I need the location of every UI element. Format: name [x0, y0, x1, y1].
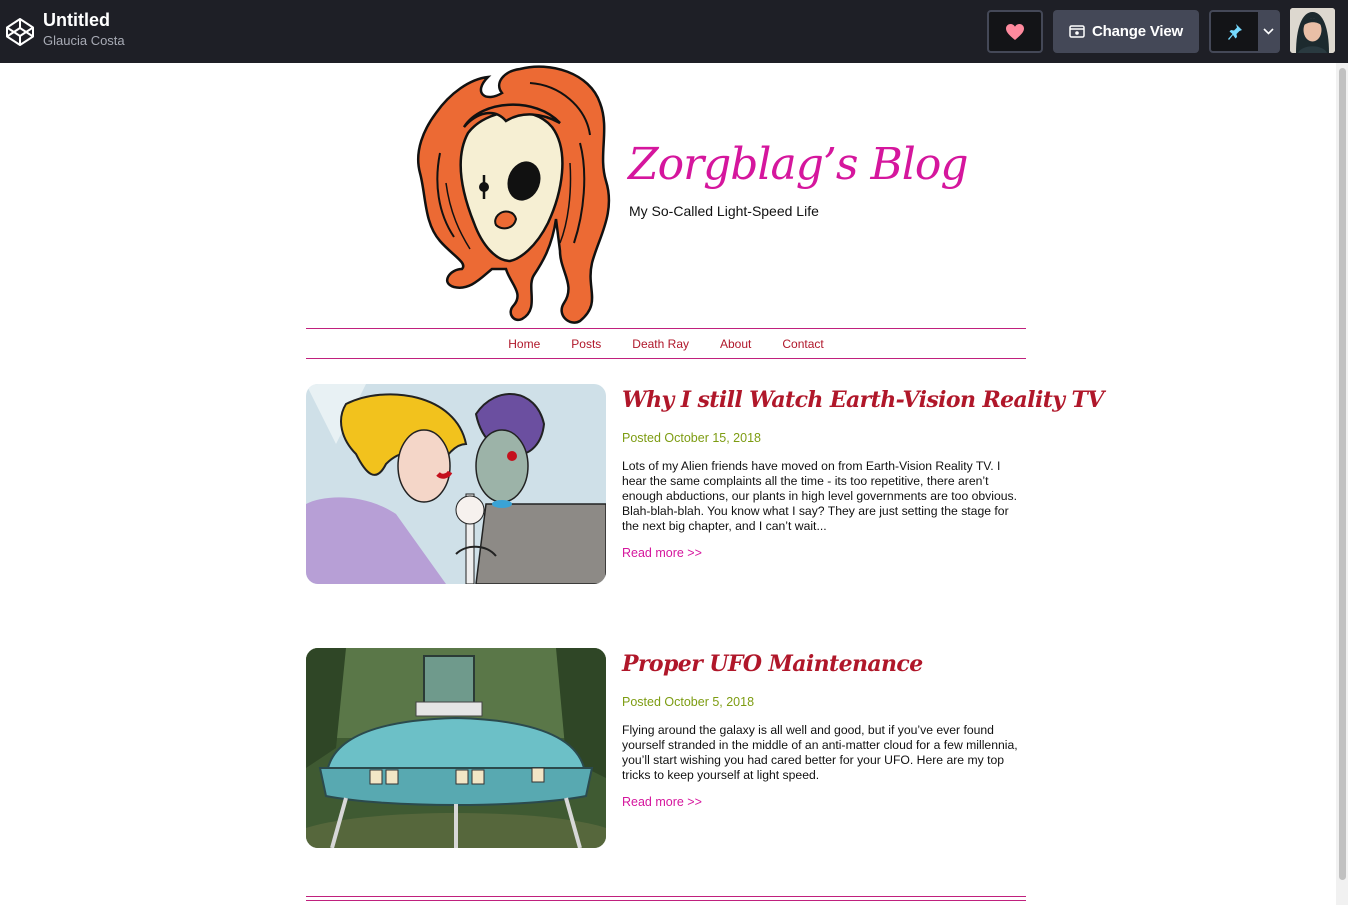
main-nav: Home Posts Death Ray About Contact [306, 328, 1026, 359]
pin-icon [1227, 23, 1242, 40]
post-thumbnail[interactable] [306, 384, 606, 584]
post-date: Posted October 15, 2018 [622, 431, 761, 445]
site-tagline: My So-Called Light-Speed Life [629, 203, 819, 219]
post-title[interactable]: Why I still Watch Earth-Vision Reality T… [622, 387, 1104, 413]
post-date: Posted October 5, 2018 [622, 695, 755, 709]
nav-link-home[interactable]: Home [508, 337, 540, 351]
comic-couple-image [306, 384, 606, 584]
read-more-link[interactable]: Read more >> [622, 795, 702, 809]
ufo-house-image [306, 648, 606, 848]
pin-button[interactable] [1211, 12, 1258, 51]
post-body: Proper UFO Maintenance Posted October 5,… [622, 648, 1028, 811]
post-card: Why I still Watch Earth-Vision Reality T… [306, 384, 1104, 584]
codepen-logo-icon[interactable] [4, 16, 36, 48]
read-more-link[interactable]: Read more >> [622, 546, 702, 560]
nav-link-contact[interactable]: Contact [782, 337, 823, 351]
post-thumbnail[interactable] [306, 648, 606, 848]
scrollbar-thumb[interactable] [1339, 68, 1346, 880]
nav-link-death-ray[interactable]: Death Ray [632, 337, 689, 351]
post-body: Why I still Watch Earth-Vision Reality T… [622, 384, 1104, 562]
pen-title[interactable]: Untitled [43, 10, 110, 31]
pin-dropdown-toggle[interactable] [1258, 12, 1278, 51]
editor-topbar: Untitled Glaucia Costa Change View [0, 0, 1348, 63]
nav-link-about[interactable]: About [720, 337, 751, 351]
pen-author[interactable]: Glaucia Costa [43, 33, 125, 48]
view-icon [1069, 25, 1085, 38]
nav-link-posts[interactable]: Posts [571, 337, 601, 351]
post-title[interactable]: Proper UFO Maintenance [622, 651, 1028, 677]
post-card: Proper UFO Maintenance Posted October 5,… [306, 648, 1026, 848]
preview-frame: Zorgblag’s Blog My So-Called Light-Speed… [0, 63, 1336, 905]
post-excerpt: Flying around the galaxy is all well and… [622, 723, 1018, 782]
site-title: Zorgblag’s Blog [628, 139, 969, 190]
change-view-button[interactable]: Change View [1053, 10, 1199, 53]
change-view-label: Change View [1092, 23, 1183, 40]
redhead-skull-logo [416, 65, 611, 324]
post-excerpt: Lots of my Alien friends have moved on f… [622, 459, 1017, 533]
love-button[interactable] [987, 10, 1043, 53]
chevron-down-icon [1262, 28, 1274, 35]
user-avatar[interactable] [1290, 8, 1335, 53]
footer-divider [306, 896, 1026, 901]
heart-icon [1006, 23, 1024, 40]
pin-button-group [1209, 10, 1280, 53]
avatar-image [1290, 8, 1335, 53]
